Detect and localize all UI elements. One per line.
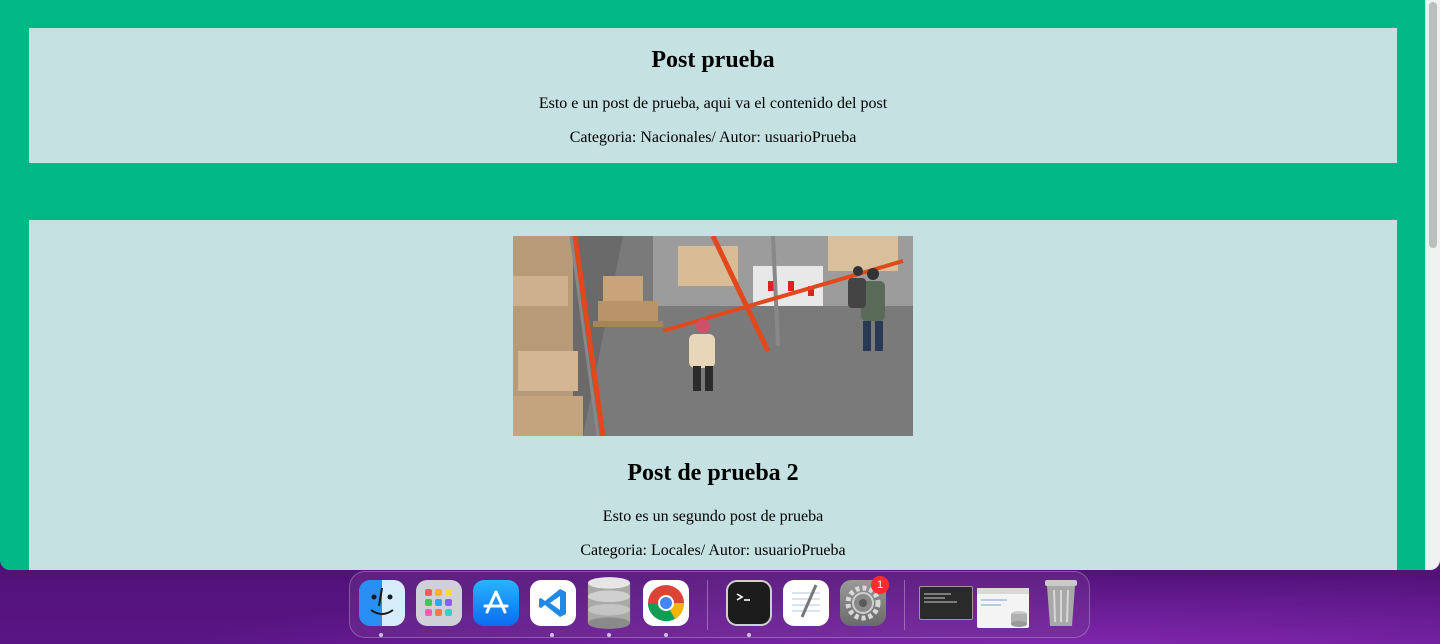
database-cylinder <box>587 577 631 629</box>
textedit-icon[interactable] <box>783 580 829 626</box>
launchpad-grid <box>425 589 452 616</box>
scrollbar-thumb[interactable] <box>1429 2 1437 248</box>
terminal-thumbnail <box>924 593 957 603</box>
app-store-icon[interactable] <box>473 580 519 626</box>
running-indicator <box>664 633 668 637</box>
vertical-scrollbar[interactable] <box>1425 0 1440 570</box>
post-body: Esto es un segundo post de prueba <box>602 508 824 525</box>
post-meta: Categoria: Locales/ Autor: usuarioPrueba <box>580 542 846 559</box>
vscode-glyph <box>539 589 566 617</box>
warehouse-photo <box>513 236 913 436</box>
trash-icon[interactable] <box>1038 576 1084 628</box>
running-indicator <box>379 633 383 637</box>
textedit-glyph <box>792 584 820 618</box>
db-window-thumbnail <box>977 588 1029 627</box>
finder-face <box>370 587 394 615</box>
post-card: Post prueba Esto e un post de prueba, aq… <box>29 28 1397 163</box>
browser-window: Post prueba Esto e un post de prueba, aq… <box>0 0 1440 570</box>
post-image-warehouse <box>513 236 913 436</box>
trash-can <box>1045 580 1077 626</box>
running-indicator <box>607 633 611 637</box>
running-indicator <box>550 633 554 637</box>
post-body: Esto e un post de prueba, aqui va el con… <box>538 95 888 112</box>
dock-separator <box>707 580 708 630</box>
finder-icon[interactable] <box>359 580 405 626</box>
chrome-glyph <box>648 585 685 622</box>
notification-badge: 1 <box>871 576 889 594</box>
post-meta: Categoria: Nacionales/ Autor: usuarioPru… <box>569 129 857 146</box>
recent-window-db-icon[interactable] <box>977 588 1029 628</box>
page-content[interactable]: Post prueba Esto e un post de prueba, aq… <box>0 0 1425 570</box>
vscode-icon[interactable] <box>530 580 576 626</box>
post-title: Post de prueba 2 <box>627 460 799 486</box>
chrome-icon[interactable] <box>643 580 689 626</box>
post-card: Post de prueba 2 Esto es un segundo post… <box>29 220 1397 570</box>
app-store-glyph <box>483 590 509 614</box>
post-title: Post prueba <box>651 47 775 73</box>
recent-window-terminal-icon[interactable] <box>919 586 973 620</box>
database-icon[interactable] <box>586 576 632 630</box>
launchpad-icon[interactable] <box>416 580 462 626</box>
terminal-prompt <box>736 593 750 601</box>
terminal-icon[interactable] <box>726 580 772 626</box>
dock: 1 <box>349 571 1090 638</box>
dock-separator <box>904 580 905 630</box>
running-indicator <box>747 633 751 637</box>
